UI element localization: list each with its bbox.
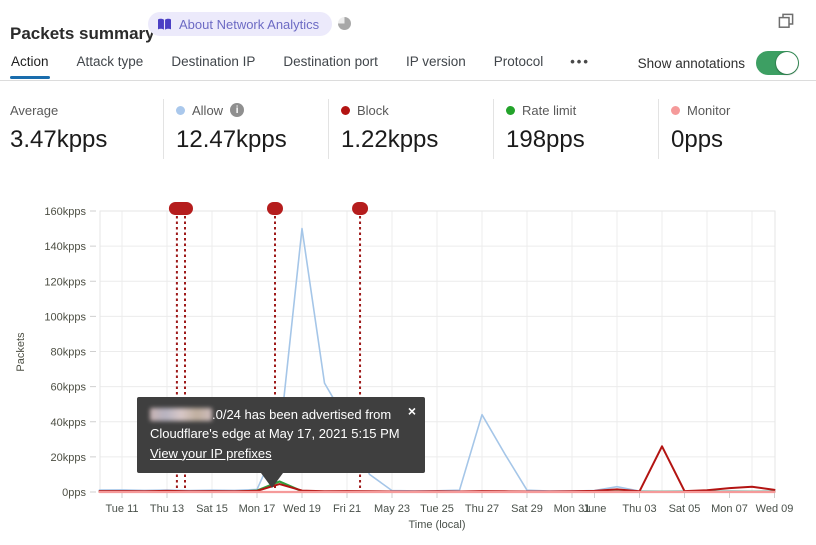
stat-label: Rate limit xyxy=(522,102,577,118)
show-annotations-label: Show annotations xyxy=(637,55,745,71)
annotation-tooltip: × .0/24 has been advertised from Cloudfl… xyxy=(137,397,425,487)
legend-dot-icon xyxy=(506,105,515,115)
stat-value: 12.47kpps xyxy=(176,126,287,153)
annotation-dot[interactable] xyxy=(352,202,369,215)
page-title: Packets summary xyxy=(10,24,155,44)
view-ip-prefixes-link[interactable]: View your IP prefixes xyxy=(150,445,272,464)
tab-action[interactable]: Action xyxy=(10,54,50,79)
y-axis-tick-label: 60kpps xyxy=(51,382,87,394)
y-axis-tick-label: 20kpps xyxy=(51,452,87,464)
x-axis-tick-label: Thu 13 xyxy=(150,503,184,515)
x-axis-tick-label: Sat 15 xyxy=(196,503,228,515)
y-axis-tick-label: 160kpps xyxy=(44,206,86,218)
x-axis-title: Time (local) xyxy=(408,519,465,531)
x-axis-tick-label: Wed 09 xyxy=(756,503,794,515)
redacted-ip-prefix xyxy=(150,408,212,421)
stat-monitor: Monitor 0pps xyxy=(658,99,816,159)
stat-value: 0pps xyxy=(671,126,724,153)
x-axis-tick-label: Sat 05 xyxy=(669,503,701,515)
tooltip-text: .0/24 has been advertised from Cloudflar… xyxy=(150,407,400,441)
stat-value: 198pps xyxy=(506,126,585,153)
pie-loading-icon xyxy=(338,17,351,30)
y-axis-tick-label: 120kpps xyxy=(44,276,86,288)
info-icon[interactable]: i xyxy=(230,103,245,117)
x-axis-tick-label: June xyxy=(583,503,607,515)
y-axis-tick-label: 40kpps xyxy=(51,417,87,429)
stat-block: Block 1.22kpps xyxy=(328,99,493,159)
about-network-analytics-badge[interactable]: About Network Analytics xyxy=(148,12,333,36)
tab-attack-type[interactable]: Attack type xyxy=(76,54,145,79)
stat-label-row: Monitor xyxy=(671,101,816,119)
legend-dot-icon xyxy=(671,105,680,115)
stat-label: Monitor xyxy=(687,102,731,118)
stat-label-row: Allow i xyxy=(176,101,328,119)
show-annotations-control: Show annotations xyxy=(638,51,799,75)
badge-label: About Network Analytics xyxy=(179,16,320,32)
legend-dot-icon xyxy=(176,105,185,115)
stat-label: Block xyxy=(357,102,389,118)
close-icon[interactable]: × xyxy=(408,401,416,421)
stat-label-row: Average xyxy=(10,101,163,119)
tab-destination-ip[interactable]: Destination IP xyxy=(170,54,256,79)
stat-average: Average 3.47kpps xyxy=(0,99,163,159)
tabs-more-button[interactable]: ••• xyxy=(570,54,590,79)
legend-dot-icon xyxy=(341,105,350,115)
x-axis-tick-label: Thu 03 xyxy=(622,503,656,515)
y-axis-tick-label: 140kpps xyxy=(44,241,86,253)
summary-tabs: Action Attack type Destination IP Destinati… xyxy=(10,54,590,79)
x-axis-tick-label: Mon 17 xyxy=(239,503,276,515)
y-axis-tick-label: 0pps xyxy=(62,487,86,499)
stats-row: Average 3.47kpps Allow i 12.47kpps Block 1.22k… xyxy=(0,99,816,159)
show-annotations-toggle[interactable] xyxy=(756,51,799,75)
restore-window-icon[interactable] xyxy=(777,12,795,35)
y-axis-title: Packets xyxy=(15,332,27,372)
x-axis-tick-label: Mon 07 xyxy=(711,503,748,515)
y-axis-tick-label: 80kpps xyxy=(51,347,87,359)
x-axis-tick-label: Fri 21 xyxy=(333,503,361,515)
tab-ip-version[interactable]: IP version xyxy=(405,54,467,79)
stat-label: Allow xyxy=(192,102,224,118)
tab-destination-port[interactable]: Destination port xyxy=(282,54,379,79)
stat-label-row: Block xyxy=(341,101,493,119)
x-axis-tick-label: Thu 27 xyxy=(465,503,499,515)
toggle-knob xyxy=(776,52,798,74)
stat-value: 1.22kpps xyxy=(341,126,439,153)
x-axis-tick-label: Tue 11 xyxy=(105,503,138,515)
book-icon xyxy=(158,18,171,30)
x-axis-tick-label: Tue 25 xyxy=(420,503,454,515)
annotation-dot[interactable] xyxy=(267,202,283,215)
y-axis-tick-label: 100kpps xyxy=(44,311,86,323)
stat-value: 3.47kpps xyxy=(10,126,108,153)
annotation-dot[interactable] xyxy=(168,202,193,215)
stat-label: Average xyxy=(10,102,59,118)
tab-protocol[interactable]: Protocol xyxy=(493,54,545,79)
x-axis-tick-label: Sat 29 xyxy=(511,503,543,515)
tabs-divider xyxy=(0,80,816,81)
stat-label-row: Rate limit xyxy=(506,101,658,119)
stat-allow: Allow i 12.47kpps xyxy=(163,99,328,159)
x-axis-tick-label: May 23 xyxy=(374,503,410,515)
x-axis-tick-label: Wed 19 xyxy=(283,503,321,515)
stat-rate-limit: Rate limit 198pps xyxy=(493,99,658,159)
